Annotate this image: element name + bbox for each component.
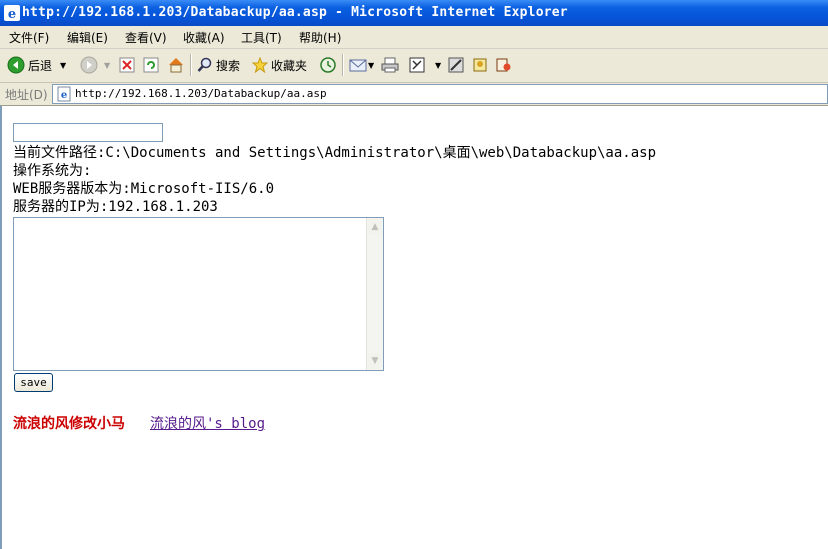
menu-favorites[interactable]: 收藏(A) — [183, 29, 225, 46]
search-button[interactable]: 搜索 — [197, 55, 240, 75]
current-file-path: 当前文件路径:C:\Documents and Settings\Adminis… — [13, 145, 657, 161]
back-label: 后退 — [28, 58, 53, 73]
svg-text:e: e — [8, 7, 16, 21]
search-icon — [197, 57, 213, 73]
web-server-version: WEB服务器版本为:Microsoft-IIS/6.0 — [13, 181, 275, 197]
stop-icon — [119, 57, 135, 73]
os-info: 操作系统为: — [13, 163, 92, 179]
messenger-icon — [472, 57, 488, 73]
mail-dropdown-icon[interactable]: ▼ — [368, 61, 374, 70]
textarea-scrollbar[interactable]: ▲ ▼ — [366, 218, 383, 370]
server-ip: 服务器的IP为:192.168.1.203 — [13, 199, 218, 215]
forward-arrow-icon — [80, 56, 98, 74]
toolbar-separator — [190, 54, 192, 76]
address-input[interactable]: e http://192.168.1.203/Databackup/aa.asp — [52, 84, 828, 104]
research-icon — [495, 57, 513, 73]
forward-button[interactable]: ▼ — [80, 55, 110, 75]
mail-button[interactable]: ▼ — [349, 55, 374, 75]
edit-dropdown-icon[interactable]: ▼ — [435, 61, 441, 70]
discuss-button[interactable] — [448, 55, 464, 75]
address-label: 地址(D) — [5, 88, 48, 102]
search-label: 搜索 — [216, 58, 241, 73]
history-button[interactable] — [319, 55, 337, 75]
edit-button[interactable]: ▼ — [409, 55, 441, 75]
history-icon — [319, 56, 337, 74]
toolbar-separator — [342, 54, 344, 76]
svg-text:e: e — [61, 90, 67, 101]
path-input[interactable] — [13, 123, 163, 142]
menu-file[interactable]: 文件(F) — [9, 29, 49, 46]
page-icon: e — [56, 86, 72, 105]
content-textarea[interactable]: ▲ ▼ — [13, 217, 384, 371]
edit-page-icon — [409, 57, 425, 73]
scroll-up-icon[interactable]: ▲ — [368, 219, 382, 235]
scroll-down-icon[interactable]: ▼ — [368, 353, 382, 369]
address-bar: 地址(D) e http://192.168.1.203/Databackup/… — [0, 83, 828, 107]
window-title: http://192.168.1.203/Databackup/aa.asp -… — [22, 5, 568, 20]
title-bar[interactable]: e http://192.168.1.203/Databackup/aa.asp… — [0, 0, 828, 26]
ie-logo-icon: e — [4, 5, 20, 22]
back-dropdown-icon[interactable]: ▼ — [60, 61, 66, 70]
messenger-button[interactable] — [472, 55, 488, 75]
page-content: 当前文件路径:C:\Documents and Settings\Adminis… — [0, 106, 828, 549]
address-url: http://192.168.1.203/Databackup/aa.asp — [75, 87, 327, 100]
brand-text: 流浪的风修改小马 — [13, 416, 125, 432]
menu-bar: 文件(F) 编辑(E) 查看(V) 收藏(A) 工具(T) 帮助(H) — [0, 26, 828, 49]
menu-tools[interactable]: 工具(T) — [241, 29, 282, 46]
back-button[interactable]: 后退 ▼ — [7, 55, 66, 75]
blog-link[interactable]: 流浪的风's blog — [150, 413, 265, 433]
home-button[interactable] — [167, 55, 185, 75]
save-button[interactable]: save — [14, 373, 53, 392]
refresh-icon — [143, 57, 159, 73]
forward-dropdown-icon: ▼ — [104, 60, 111, 70]
menu-edit[interactable]: 编辑(E) — [67, 29, 108, 46]
menu-help[interactable]: 帮助(H) — [299, 29, 341, 46]
discuss-icon — [448, 57, 464, 73]
menu-view[interactable]: 查看(V) — [125, 29, 167, 46]
star-icon — [252, 57, 268, 73]
stop-button[interactable] — [119, 55, 135, 75]
print-button[interactable] — [381, 55, 399, 75]
mail-icon — [349, 57, 367, 73]
back-arrow-icon — [7, 56, 25, 74]
favorites-button[interactable]: 收藏夹 — [252, 55, 307, 75]
home-icon — [167, 56, 185, 74]
printer-icon — [381, 57, 399, 73]
refresh-button[interactable] — [143, 55, 159, 75]
favorites-label: 收藏夹 — [271, 58, 308, 73]
research-button[interactable] — [495, 55, 513, 75]
standard-toolbar: 后退 ▼ ▼ 搜索 收藏夹 ▼ ▼ — [0, 49, 828, 83]
